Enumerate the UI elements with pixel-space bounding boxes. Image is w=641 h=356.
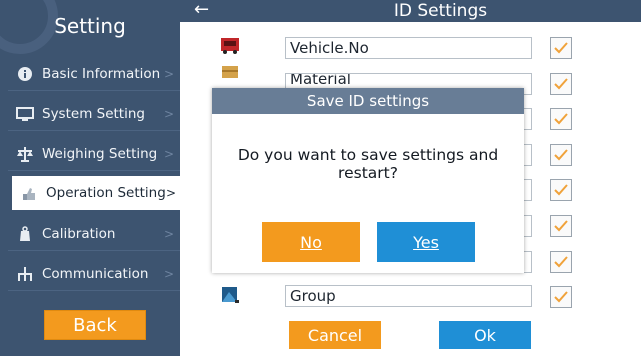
id-checkbox[interactable] bbox=[550, 73, 572, 95]
id-checkbox[interactable] bbox=[550, 215, 572, 237]
sidebar-item-calibration[interactable]: Calibration > bbox=[8, 217, 180, 251]
page-title: ID Settings bbox=[393, 1, 488, 21]
chevron-right-icon: > bbox=[163, 106, 174, 121]
weight-icon bbox=[16, 225, 34, 243]
sidebar: Setting Basic Information > System Setti… bbox=[0, 0, 180, 356]
monitor-icon bbox=[16, 105, 34, 123]
sidebar-item-system-setting[interactable]: System Setting > bbox=[8, 97, 180, 131]
sidebar-item-label: Communication bbox=[42, 265, 149, 282]
id-field[interactable]: Group bbox=[285, 285, 532, 307]
dialog-message: Do you want to save settings and restart… bbox=[237, 146, 499, 182]
truck-icon bbox=[220, 36, 240, 54]
id-checkbox[interactable] bbox=[550, 286, 572, 308]
sidebar-item-operation-setting[interactable]: Operation Setting > bbox=[12, 176, 180, 210]
chevron-right-icon: > bbox=[163, 66, 174, 81]
no-button[interactable]: No bbox=[262, 222, 360, 262]
hand-icon bbox=[20, 184, 38, 202]
sidebar-item-label: System Setting bbox=[42, 105, 145, 122]
checkmark-icon bbox=[554, 149, 568, 161]
checkmark-icon bbox=[554, 256, 568, 268]
sidebar-item-label: Operation Setting bbox=[46, 185, 166, 201]
checkmark-icon bbox=[554, 113, 568, 125]
cancel-button[interactable]: Cancel bbox=[289, 321, 381, 349]
sidebar-item-basic-information[interactable]: Basic Information > bbox=[8, 57, 180, 91]
id-checkbox[interactable] bbox=[550, 251, 572, 273]
network-icon bbox=[16, 265, 34, 283]
box-icon bbox=[220, 64, 240, 82]
checkmark-icon bbox=[554, 220, 568, 232]
back-button[interactable]: Back bbox=[44, 310, 146, 340]
group-icon bbox=[220, 286, 240, 304]
id-field[interactable]: Vehicle.No bbox=[285, 37, 532, 59]
dialog-title: Save ID settings bbox=[212, 88, 524, 114]
checkmark-icon bbox=[554, 291, 568, 303]
info-icon bbox=[16, 65, 34, 83]
header-bar: ← ID Settings bbox=[180, 0, 641, 22]
sidebar-item-label: Basic Information bbox=[42, 65, 161, 82]
yes-button[interactable]: Yes bbox=[377, 222, 475, 262]
scale-icon bbox=[16, 145, 34, 163]
sidebar-item-weighing-setting[interactable]: Weighing Setting > bbox=[8, 137, 180, 171]
ok-button[interactable]: Ok bbox=[439, 321, 531, 349]
checkmark-icon bbox=[554, 78, 568, 90]
id-checkbox[interactable] bbox=[550, 108, 572, 130]
save-dialog: Save ID settings Do you want to save set… bbox=[212, 88, 524, 273]
checkmark-icon bbox=[554, 184, 568, 196]
sidebar-title: Setting bbox=[54, 14, 126, 38]
sidebar-item-communication[interactable]: Communication > bbox=[8, 257, 180, 291]
sidebar-item-label: Calibration bbox=[42, 225, 116, 242]
chevron-right-icon: > bbox=[163, 266, 174, 281]
id-checkbox[interactable] bbox=[550, 179, 572, 201]
chevron-right-icon: > bbox=[163, 226, 174, 241]
sidebar-item-label: Weighing Setting bbox=[42, 145, 158, 162]
chevron-right-icon: > bbox=[163, 146, 174, 161]
id-checkbox[interactable] bbox=[550, 144, 572, 166]
chevron-right-icon: > bbox=[165, 186, 176, 200]
id-checkbox[interactable] bbox=[550, 37, 572, 59]
checkmark-icon bbox=[554, 42, 568, 54]
